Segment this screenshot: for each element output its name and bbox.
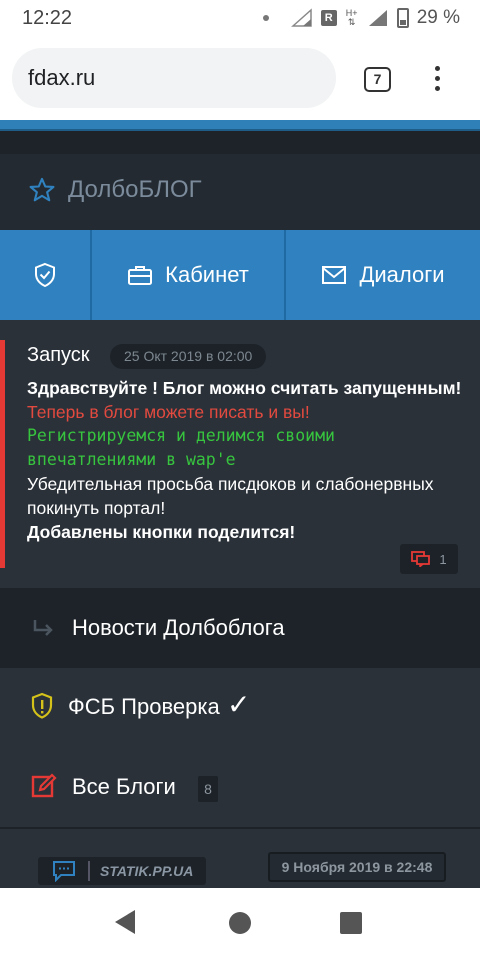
statik-label: STATIK.PP.UA	[100, 863, 194, 879]
top-strip	[0, 120, 480, 154]
status-icons: R H+ ⇅ 29 %	[262, 7, 460, 29]
all-blogs-count-badge: 8	[198, 776, 218, 802]
menu-item-all-blogs[interactable]: Все Блоги 8	[0, 748, 480, 826]
main-nav: Кабинет Диалоги	[0, 230, 480, 320]
back-icon[interactable]	[115, 910, 135, 934]
post-line-notice: Убедительная просьба писдюков и слабонер…	[27, 474, 434, 518]
menu-item-news-label: Новости Долбоблога	[72, 615, 285, 640]
site-header: ДолбоБЛОГ	[0, 154, 480, 230]
signal-icon	[290, 8, 312, 27]
notification-dot-icon	[262, 15, 269, 21]
system-nav-bar	[0, 888, 480, 960]
post-title[interactable]: Запуск	[27, 344, 90, 367]
post-accent-bar	[0, 340, 5, 568]
comments-button[interactable]: 1	[400, 544, 458, 574]
menu-item-fsb[interactable]: ФСБ Проверка ✓	[0, 668, 480, 746]
tab-switcher-button[interactable]: 7	[364, 67, 391, 92]
footer-date-badge: 9 Ноября 2019 в 22:48	[268, 852, 446, 882]
battery-percent: 29 %	[416, 7, 460, 28]
post-line-buttons: Добавлены кнопки поделится!	[27, 522, 296, 542]
status-bar: 12:22 R H+ ⇅ 29 %	[0, 0, 480, 38]
edit-icon	[31, 773, 57, 798]
status-time: 12:22	[22, 7, 73, 29]
post-line-red: Теперь в блог можете писать и вы!	[27, 402, 310, 422]
star-icon[interactable]	[28, 176, 56, 204]
comments-count: 1	[439, 551, 447, 567]
network-type-icon: H+ ⇅	[345, 8, 358, 27]
post-date-badge: 25 Окт 2019 в 02:00	[110, 344, 267, 369]
recent-apps-icon[interactable]	[340, 912, 362, 934]
battery-icon	[396, 8, 409, 28]
post-line-greeting: Здравствуйте ! Блог можно считать запуще…	[27, 378, 462, 398]
browser-menu-button[interactable]	[430, 66, 444, 96]
page-footer: STATIK.PP.UA 9 Ноября 2019 в 22:48	[0, 829, 480, 888]
address-bar[interactable]: fdax.ru	[12, 48, 336, 108]
home-icon[interactable]	[229, 912, 251, 934]
briefcase-icon	[128, 266, 153, 285]
statik-counter-badge[interactable]: STATIK.PP.UA	[38, 857, 206, 885]
menu-item-fsb-label: ФСБ Проверка	[68, 694, 220, 719]
menu-item-news[interactable]: Новости Долбоблога	[0, 588, 480, 668]
browser-toolbar: fdax.ru 7	[0, 38, 480, 120]
share-arrow-icon	[33, 620, 53, 636]
nav-dialogs-button[interactable]: Диалоги	[284, 230, 480, 320]
post-line-green: Регистрируемся и делимся своими впечатле…	[27, 426, 335, 469]
menu-item-all-blogs-label: Все Блоги	[72, 774, 176, 799]
check-mark-icon: ✓	[227, 689, 251, 720]
roaming-icon: R	[320, 10, 337, 26]
web-page: ДолбоБЛОГ Кабинет Диалоги Запуск 25 Окт …	[0, 120, 480, 888]
chat-bubble-icon	[53, 861, 75, 882]
signal-strength-icon	[368, 10, 387, 26]
site-title[interactable]: ДолбоБЛОГ	[68, 176, 202, 204]
nav-cabinet-button[interactable]: Кабинет	[90, 230, 284, 320]
envelope-icon	[322, 266, 347, 284]
shield-alert-icon	[31, 692, 53, 719]
nav-dialogs-label: Диалоги	[359, 262, 445, 287]
post-body: Здравствуйте ! Блог можно считать запуще…	[27, 376, 467, 544]
blog-post: Запуск 25 Окт 2019 в 02:00 Здравствуйте …	[0, 320, 480, 588]
nav-shield-button[interactable]	[0, 230, 90, 320]
shield-check-icon	[35, 262, 55, 288]
nav-cabinet-label: Кабинет	[165, 262, 249, 287]
comments-icon	[411, 551, 431, 567]
address-text: fdax.ru	[28, 65, 96, 90]
